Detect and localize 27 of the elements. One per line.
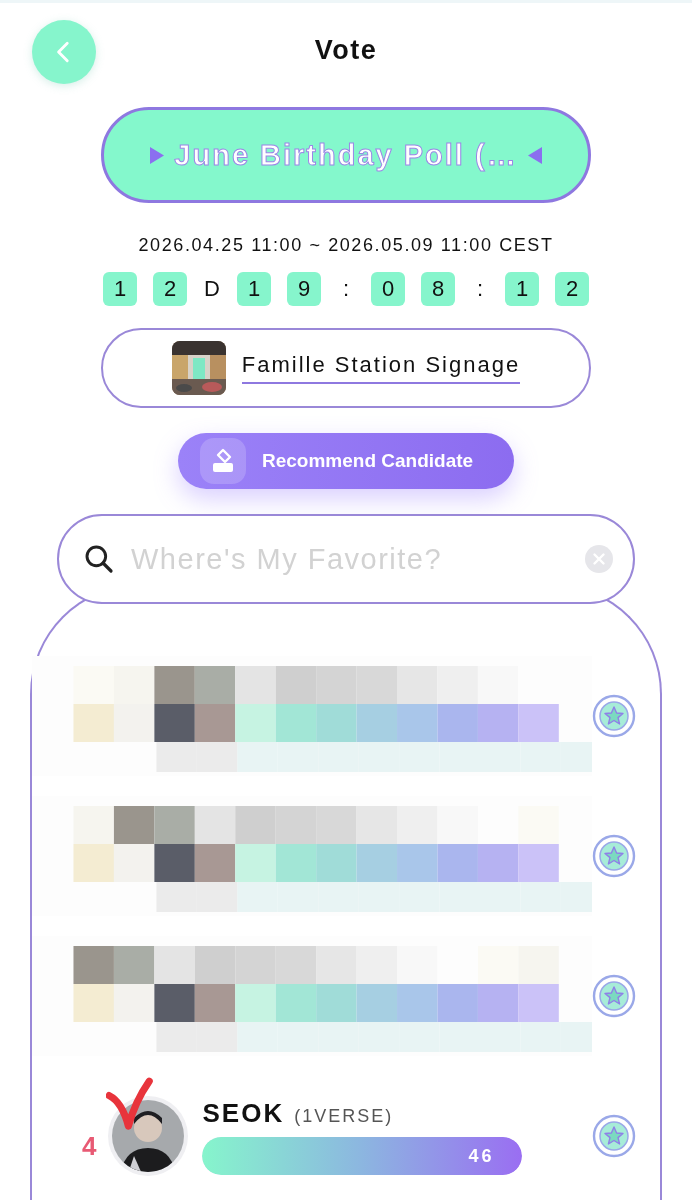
countdown-separator: :: [341, 276, 351, 302]
triangle-right-icon: [150, 146, 165, 164]
recommend-button[interactable]: Recommend Candidate: [178, 433, 514, 489]
countdown-digit: 1: [103, 272, 137, 306]
star-vote-icon[interactable]: [592, 694, 636, 738]
countdown-digit: 1: [237, 272, 271, 306]
countdown-digit: 1: [505, 272, 539, 306]
triangle-left-icon: [527, 146, 542, 164]
star-vote-icon[interactable]: [592, 974, 636, 1018]
candidate-name: SEOK: [202, 1097, 285, 1129]
star-vote-icon[interactable]: [592, 834, 636, 878]
search-icon: [83, 543, 115, 575]
star-vote-icon[interactable]: [592, 1114, 636, 1158]
countdown-digit: 0: [371, 272, 405, 306]
page-title: Vote: [314, 34, 378, 66]
candidate-group: (1VERSE): [294, 1105, 394, 1127]
countdown-separator: :: [475, 276, 485, 302]
countdown-separator: D: [203, 276, 221, 302]
vote-count: 46: [468, 1145, 495, 1167]
countdown-digit: 9: [287, 272, 321, 306]
countdown-digit: 2: [555, 272, 589, 306]
rank-number: 4: [82, 1130, 97, 1162]
vote-period: 2026.04.25 11:00 ~ 2026.05.09 11:00 CEST: [138, 235, 554, 256]
ballot-box-icon: [200, 438, 246, 484]
countdown-digit: 2: [153, 272, 187, 306]
location-button[interactable]: Famille Station Signage: [101, 328, 591, 408]
countdown-digit: 8: [421, 272, 455, 306]
